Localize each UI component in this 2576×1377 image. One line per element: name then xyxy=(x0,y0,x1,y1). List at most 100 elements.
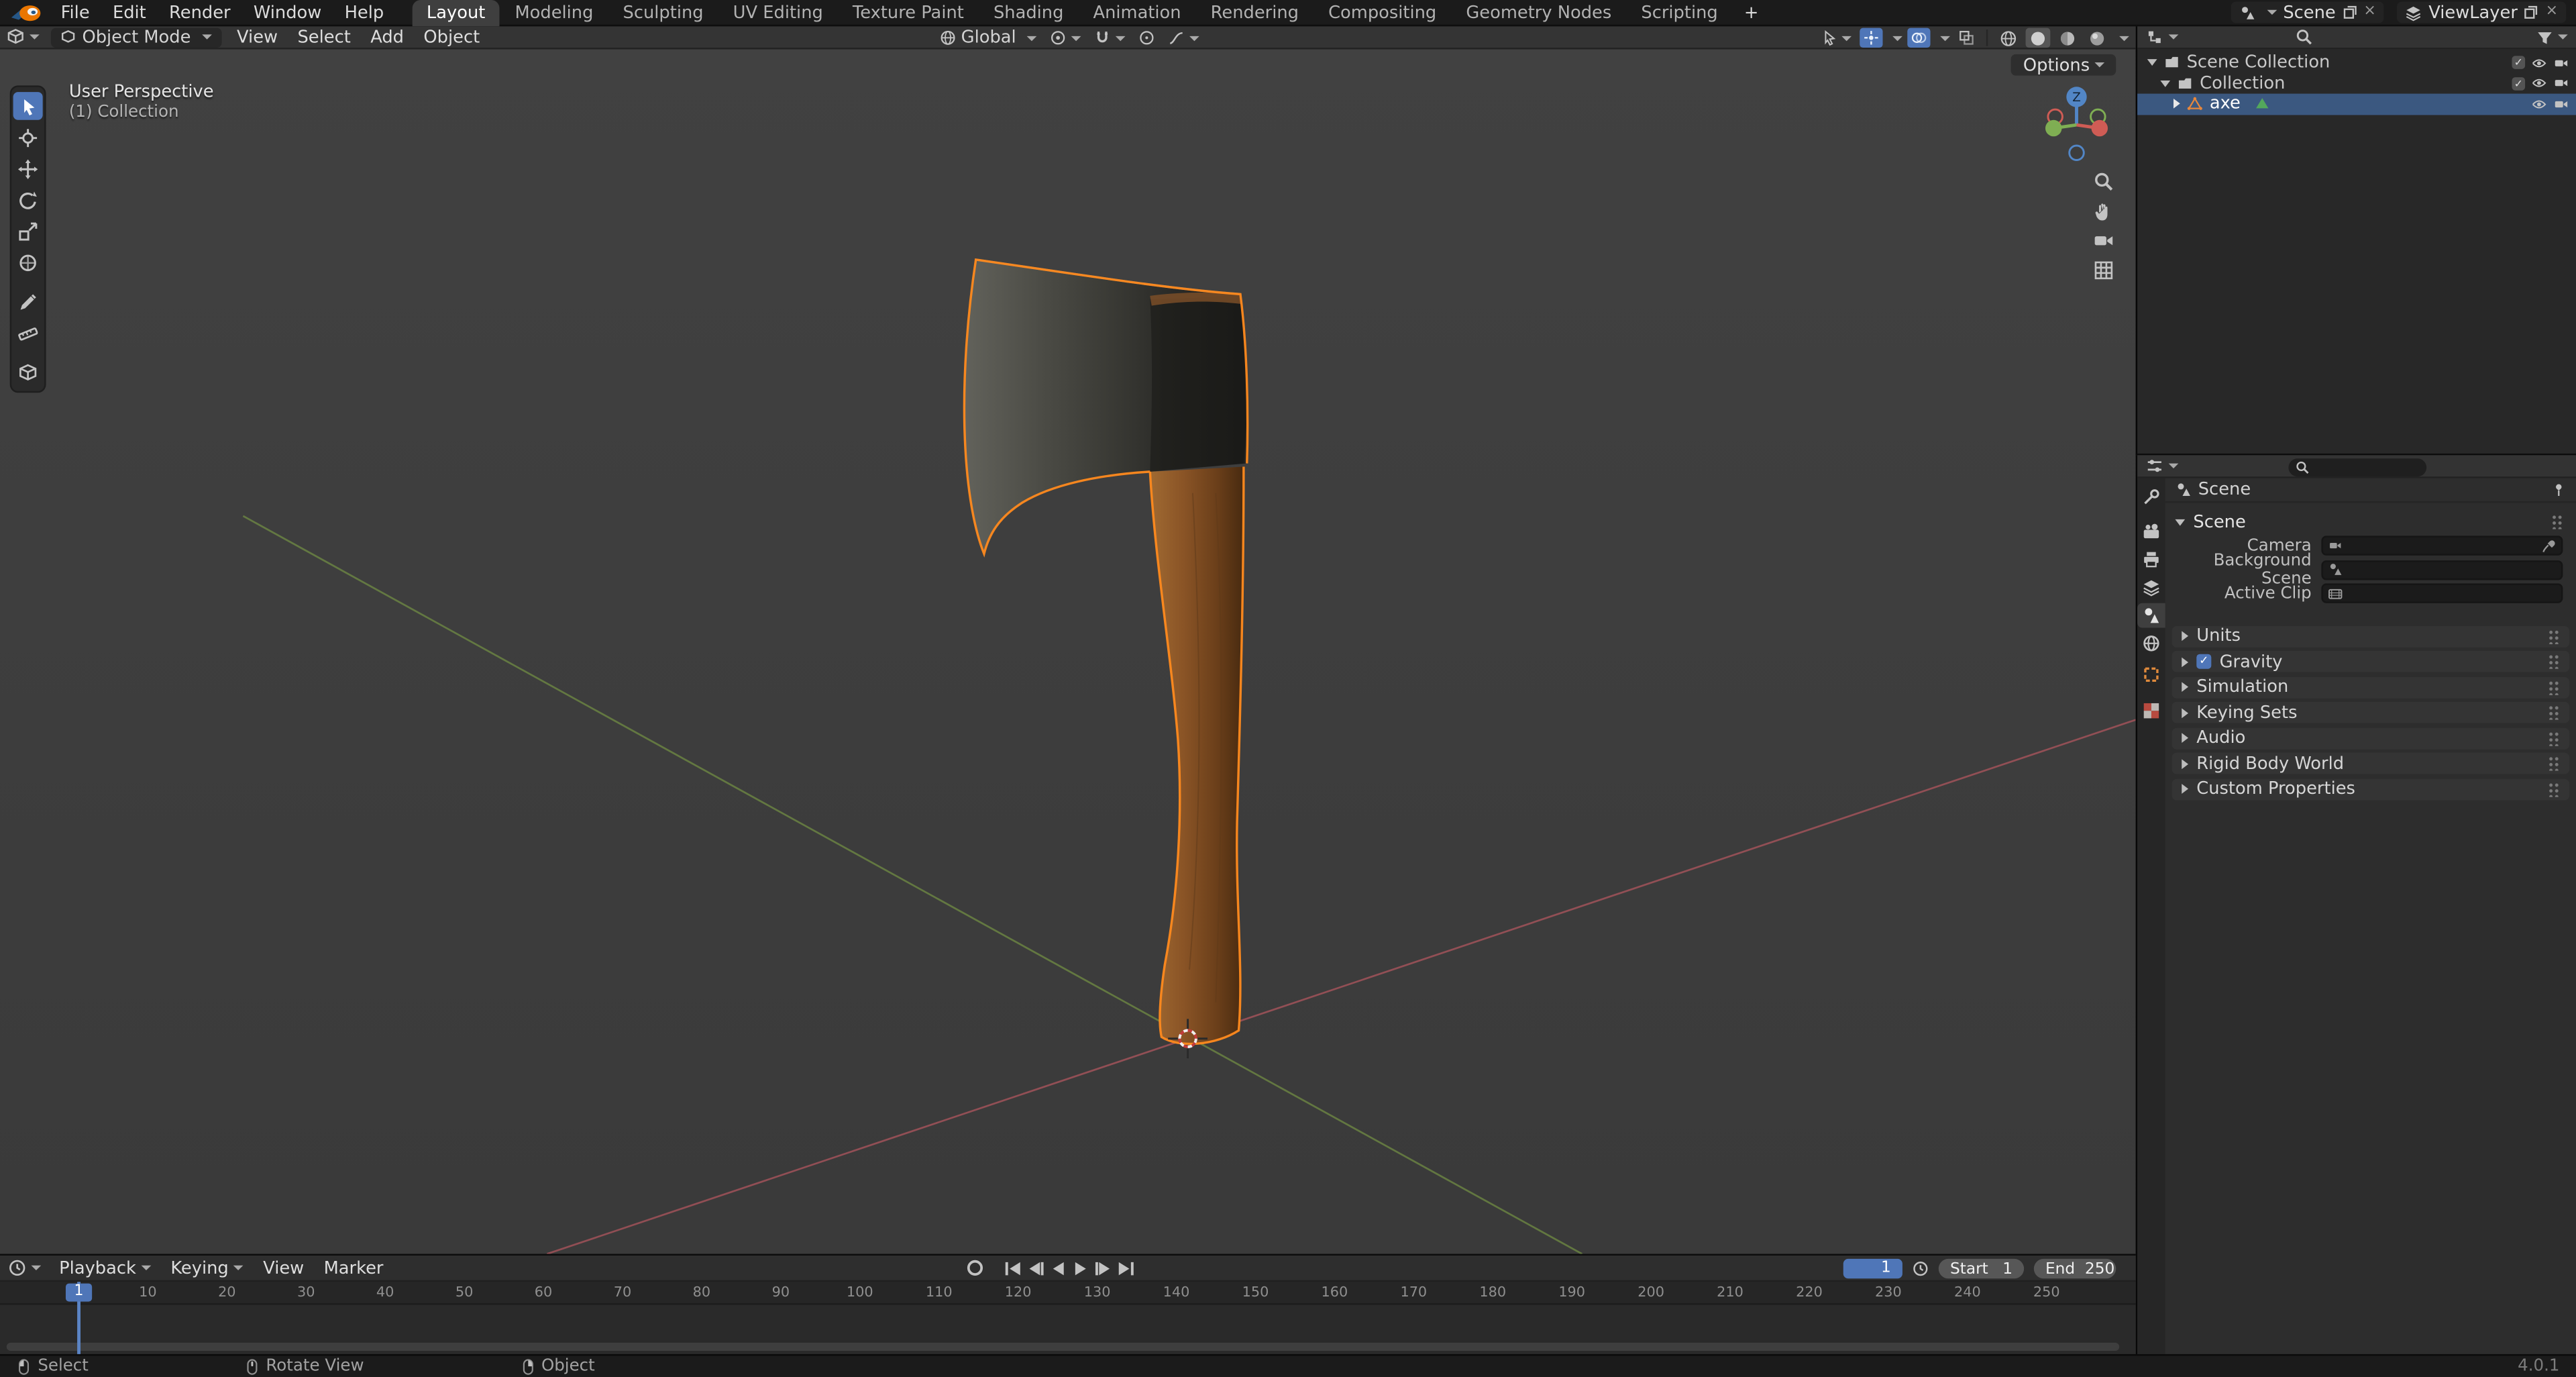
workspace-tab[interactable]: Modeling xyxy=(500,0,608,26)
tab-texture[interactable] xyxy=(2137,699,2165,723)
drag-handle-icon[interactable] xyxy=(2548,781,2560,797)
workspace-tab[interactable]: Sculpting xyxy=(608,0,718,26)
drag-handle-icon[interactable] xyxy=(2548,679,2560,695)
tab-scene[interactable] xyxy=(2137,603,2165,628)
tool-scale[interactable] xyxy=(13,217,43,245)
topbar-menu-item[interactable]: Render xyxy=(158,0,242,26)
units-panel-header[interactable]: Units xyxy=(2171,625,2570,647)
outliner-editor-icon[interactable] xyxy=(2145,28,2163,46)
options-button[interactable]: Options xyxy=(2011,54,2116,76)
playhead-frame-badge[interactable]: 1 xyxy=(65,1283,93,1302)
start-frame-field[interactable]: Start 1 xyxy=(1938,1258,2025,1279)
custom-properties-panel-header[interactable]: Custom Properties xyxy=(2171,778,2570,800)
viewport-3d[interactable]: User Perspective (1) Collection Options … xyxy=(0,49,2136,1254)
toggle-xray[interactable] xyxy=(1955,28,1978,48)
expand-arrow-icon[interactable] xyxy=(2174,99,2180,109)
scene-selector[interactable]: Scene × xyxy=(2230,1,2385,23)
unlink-scene-icon[interactable]: × xyxy=(2363,4,2375,19)
show-gizmos-toggle[interactable] xyxy=(1860,28,1883,48)
jump-to-start-icon[interactable] xyxy=(1002,1260,1022,1276)
keying-sets-panel-header[interactable]: Keying Sets xyxy=(2171,701,2570,723)
exclude-checkbox[interactable]: ✓ xyxy=(2512,76,2526,91)
timeline-scrollbar[interactable] xyxy=(6,1342,2120,1352)
drag-handle-icon[interactable] xyxy=(2548,756,2560,771)
workspace-tab[interactable]: Scripting xyxy=(1626,0,1732,26)
next-keyframe-icon[interactable] xyxy=(1094,1260,1114,1276)
expand-arrow-icon[interactable] xyxy=(2147,59,2157,66)
scene-panel-header[interactable]: Scene xyxy=(2165,511,2576,533)
tab-world[interactable] xyxy=(2137,631,2165,656)
jump-to-end-icon[interactable] xyxy=(1117,1260,1136,1276)
snap-toggle[interactable] xyxy=(1090,28,1128,48)
workspace-tab[interactable]: Compositing xyxy=(1313,0,1451,26)
topbar-menu-item[interactable]: Window xyxy=(242,0,333,26)
topbar-menu-item[interactable]: Help xyxy=(333,0,395,26)
chevron-down-icon[interactable] xyxy=(1892,35,1902,41)
tab-view-layer[interactable] xyxy=(2137,575,2165,600)
tool-tweak-select[interactable] xyxy=(13,92,43,120)
eyedropper-icon[interactable] xyxy=(2542,538,2557,553)
add-workspace-button[interactable]: + xyxy=(1733,0,1770,26)
workspace-tab[interactable]: Geometry Nodes xyxy=(1451,0,1626,26)
topbar-menu-item[interactable]: File xyxy=(49,0,101,26)
workspace-tab[interactable]: Animation xyxy=(1078,0,1195,26)
tool-add-cube[interactable] xyxy=(13,358,43,387)
viewport-menu-item[interactable]: Object xyxy=(414,27,490,46)
eye-icon[interactable] xyxy=(2530,76,2548,91)
show-overlays-toggle[interactable] xyxy=(1907,28,1931,48)
viewport-menu-item[interactable]: View xyxy=(227,27,287,46)
gizmo-axis-z-neg[interactable] xyxy=(2068,144,2085,162)
viewport-menu-item[interactable]: Select xyxy=(288,27,361,46)
exclude-checkbox[interactable]: ✓ xyxy=(2512,56,2526,70)
orientation-dropdown[interactable]: Global xyxy=(936,28,1039,48)
timeline-editor-selector[interactable] xyxy=(0,1259,49,1277)
timeline-track[interactable] xyxy=(0,1305,2136,1354)
tool-rotate[interactable] xyxy=(13,186,43,214)
mode-dropdown[interactable]: Object Mode xyxy=(50,27,222,47)
outliner-row-axe[interactable]: axe xyxy=(2137,93,2576,115)
workspace-tab[interactable]: Rendering xyxy=(1196,0,1313,26)
chevron-down-icon[interactable] xyxy=(2119,35,2129,41)
outliner-row-collection[interactable]: Collection ✓ xyxy=(2137,73,2576,94)
play-icon[interactable] xyxy=(1071,1260,1091,1276)
topbar-menu-item[interactable]: Edit xyxy=(101,0,158,26)
new-view-layer-icon[interactable] xyxy=(2524,5,2539,19)
view-menu[interactable]: View xyxy=(253,1258,313,1278)
record-button-icon[interactable] xyxy=(966,1259,984,1277)
tool-transform[interactable] xyxy=(13,248,43,276)
proportional-edit-toggle[interactable] xyxy=(1134,28,1157,48)
prev-keyframe-icon[interactable] xyxy=(1025,1260,1044,1276)
render-visibility-camera-icon[interactable] xyxy=(2553,97,2569,111)
remove-view-layer-icon[interactable]: × xyxy=(2546,4,2558,19)
gizmo-axis-x-pos[interactable] xyxy=(2091,119,2108,137)
eye-icon[interactable] xyxy=(2530,97,2548,111)
current-frame-field[interactable]: 1 xyxy=(1843,1258,1902,1279)
pivot-point-dropdown[interactable] xyxy=(1046,28,1083,48)
drag-handle-icon[interactable] xyxy=(2548,628,2560,644)
end-frame-field[interactable]: End 250 xyxy=(2033,1258,2116,1279)
tab-output[interactable] xyxy=(2137,548,2165,572)
keying-menu[interactable]: Keying xyxy=(161,1258,254,1278)
shading-rendered-button[interactable] xyxy=(2085,28,2110,48)
timeline-ruler[interactable]: 10 20 30 40 50 60 70 80 90 100 110 120 130 140 150 160 1… xyxy=(0,1282,2136,1305)
drag-handle-icon[interactable] xyxy=(2548,705,2560,720)
tool-annotate[interactable] xyxy=(13,288,43,316)
marker-menu[interactable]: Marker xyxy=(314,1258,393,1278)
eye-icon[interactable] xyxy=(2530,56,2548,70)
filter-dropdown[interactable] xyxy=(2536,29,2568,45)
navigation-gizmo[interactable]: Z xyxy=(2031,79,2123,171)
render-visibility-camera-icon[interactable] xyxy=(2553,76,2569,91)
tab-tool[interactable] xyxy=(2137,484,2165,509)
search-icon[interactable] xyxy=(2295,28,2313,46)
tool-cursor[interactable] xyxy=(13,123,43,152)
simulation-panel-header[interactable]: Simulation xyxy=(2171,676,2570,698)
pin-icon[interactable] xyxy=(2551,482,2566,498)
viewport-menu-item[interactable]: Add xyxy=(361,27,414,46)
tool-measure[interactable] xyxy=(13,319,43,347)
tab-object[interactable] xyxy=(2137,662,2165,687)
gravity-panel-header[interactable]: ✓ Gravity xyxy=(2171,650,2570,672)
camera-view-icon[interactable] xyxy=(2093,230,2114,252)
tool-move[interactable] xyxy=(13,154,43,183)
pan-hand-icon[interactable] xyxy=(2093,201,2114,222)
shading-wireframe-button[interactable] xyxy=(1996,28,2021,48)
